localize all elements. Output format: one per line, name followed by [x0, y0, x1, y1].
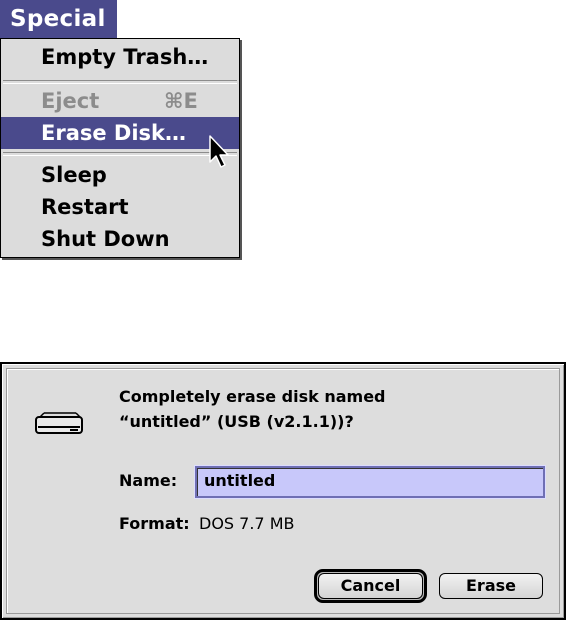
- name-label: Name:: [119, 471, 178, 490]
- menu-separator: [3, 80, 237, 84]
- menu-item-eject-shortcut: ⌘E: [164, 89, 198, 113]
- erase-button[interactable]: Erase: [439, 573, 543, 599]
- menu-title-special[interactable]: Special: [0, 0, 117, 38]
- dialog-message-line-1: Completely erase disk named: [119, 387, 386, 406]
- menu-item-empty-trash[interactable]: Empty Trash…: [1, 41, 239, 73]
- dialog-message: Completely erase disk named “untitled” (…: [119, 384, 539, 434]
- menu-item-eject-label: Eject: [41, 89, 100, 113]
- menu-item-restart[interactable]: Restart: [1, 191, 239, 223]
- erase-disk-dialog: Completely erase disk named “untitled” (…: [0, 362, 566, 620]
- menu-separator: [3, 152, 237, 156]
- cancel-button[interactable]: Cancel: [318, 573, 423, 599]
- special-menu: Empty Trash… Eject ⌘E Erase Disk… Sleep …: [0, 38, 240, 258]
- menu-item-sleep[interactable]: Sleep: [1, 159, 239, 191]
- disk-name-input[interactable]: untitled: [195, 466, 545, 498]
- format-label: Format:: [119, 514, 190, 533]
- menu-item-eject: Eject ⌘E: [1, 85, 239, 117]
- menu-item-erase-disk[interactable]: Erase Disk…: [1, 117, 239, 149]
- dialog-message-line-2: “untitled” (USB (v2.1.1))?: [119, 412, 354, 431]
- removable-disk-icon: [35, 412, 83, 434]
- menu-item-shut-down[interactable]: Shut Down: [1, 223, 239, 255]
- mouse-pointer-icon: [209, 135, 229, 168]
- format-value: DOS 7.7 MB: [199, 514, 295, 533]
